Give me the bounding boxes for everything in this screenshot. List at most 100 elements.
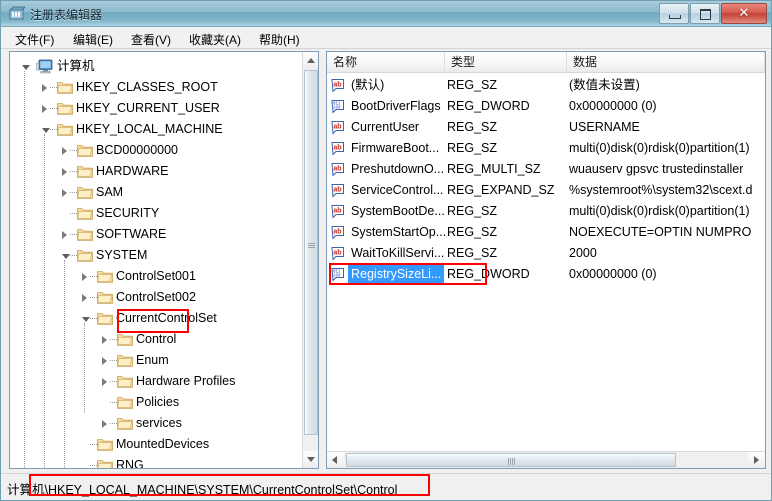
table-row[interactable]: abSystemStartOp...REG_SZ NOEXECUTE=OPTIN…: [327, 222, 765, 243]
collapse-arrow-icon[interactable]: [42, 128, 50, 133]
content-area: 计算机HKEY_CLASSES_ROOTHKEY_CURRENT_USERHKE…: [1, 49, 771, 472]
menu-item-3[interactable]: 收藏夹(A): [183, 30, 247, 49]
column-header-2[interactable]: 数据: [567, 52, 765, 73]
svg-text:ab: ab: [333, 81, 341, 88]
tree-node-label: SECURITY: [96, 203, 159, 224]
menu-item-1[interactable]: 编辑(E): [67, 30, 119, 49]
scroll-up-button[interactable]: [303, 52, 319, 69]
tree-node-currentcontrolset[interactable]: CurrentControlSet: [10, 308, 303, 329]
expand-arrow-icon[interactable]: [42, 84, 47, 92]
string-value-icon: ab: [331, 162, 346, 177]
table-row[interactable]: abSystemBootDe...REG_SZmulti(0)disk(0)rd…: [327, 201, 765, 222]
folder-icon: [97, 458, 113, 468]
menu-item-2[interactable]: 查看(V): [125, 30, 177, 49]
tree-scrollbar-thumb[interactable]: [304, 70, 318, 435]
expand-arrow-icon[interactable]: [82, 294, 87, 302]
tree-node-services[interactable]: services: [10, 413, 303, 434]
tree-node-security[interactable]: SECURITY: [10, 203, 303, 224]
tree-node-rng[interactable]: RNG: [10, 455, 303, 468]
tree-node-mounteddevices[interactable]: MountedDevices: [10, 434, 303, 455]
tree-node--[interactable]: 计算机: [10, 56, 303, 77]
tree-connector: [90, 465, 97, 466]
tree-node-hardware[interactable]: HARDWARE: [10, 161, 303, 182]
tree-node-hkey-classes-root[interactable]: HKEY_CLASSES_ROOT: [10, 77, 303, 98]
table-row[interactable]: ab(默认)REG_SZ(数值未设置): [327, 75, 765, 96]
menu-item-4[interactable]: 帮助(H): [253, 30, 306, 49]
table-row[interactable]: abPreshutdownO...REG_MULTI_SZwuauserv gp…: [327, 159, 765, 180]
expand-arrow-icon[interactable]: [102, 420, 107, 428]
table-row[interactable]: abFirmwareBoot...REG_SZmulti(0)disk(0)rd…: [327, 138, 765, 159]
tree-node-controlset001[interactable]: ControlSet001: [10, 266, 303, 287]
tree-vertical-scrollbar[interactable]: [302, 52, 318, 468]
tree-node-label: Enum: [136, 350, 169, 371]
window-controls: ✕: [659, 3, 767, 24]
folder-icon: [97, 311, 113, 325]
tree-node-bcd00000000[interactable]: BCD00000000: [10, 140, 303, 161]
list-column-headers[interactable]: 名称类型数据: [327, 52, 765, 73]
expand-arrow-icon[interactable]: [62, 147, 67, 155]
tree-node-label: HKEY_LOCAL_MACHINE: [76, 119, 223, 140]
table-row[interactable]: abServiceControl...REG_EXPAND_SZ%systemr…: [327, 180, 765, 201]
folder-icon: [77, 227, 93, 241]
registry-tree-pane[interactable]: 计算机HKEY_CLASSES_ROOTHKEY_CURRENT_USERHKE…: [9, 51, 319, 469]
tree-connector: [50, 108, 57, 109]
tree-node-system[interactable]: SYSTEM: [10, 245, 303, 266]
list-scrollbar-thumb[interactable]: [346, 453, 676, 467]
expand-arrow-icon[interactable]: [62, 189, 67, 197]
folder-icon: [57, 122, 73, 136]
registry-values-list[interactable]: ab(默认)REG_SZ(数值未设置)011100BootDriverFlags…: [327, 73, 765, 453]
table-row[interactable]: abWaitToKillServi...REG_SZ2000: [327, 243, 765, 264]
tree-node-hkey-current-user[interactable]: HKEY_CURRENT_USER: [10, 98, 303, 119]
tree-node-label: services: [136, 413, 182, 434]
title-bar[interactable]: 注册表编辑器 ✕: [1, 1, 771, 27]
table-row[interactable]: 011100RegistrySizeLi...REG_DWORD0x000000…: [327, 264, 765, 285]
scroll-right-button[interactable]: [748, 452, 765, 468]
folder-icon: [77, 185, 93, 199]
menu-item-0[interactable]: 文件(F): [9, 30, 60, 49]
expand-arrow-icon[interactable]: [82, 273, 87, 281]
close-button[interactable]: ✕: [721, 3, 767, 24]
expand-arrow-icon[interactable]: [102, 378, 107, 386]
table-row[interactable]: 011100BootDriverFlagsREG_DWORD0x00000000…: [327, 96, 765, 117]
collapse-arrow-icon[interactable]: [62, 254, 70, 259]
tree-node-policies[interactable]: Policies: [10, 392, 303, 413]
minimize-button[interactable]: [659, 3, 689, 24]
tree-node-label: Control: [136, 329, 176, 350]
tree-node-hardware-profiles[interactable]: Hardware Profiles: [10, 371, 303, 392]
tree-connector: [90, 444, 97, 445]
expand-arrow-icon[interactable]: [62, 168, 67, 176]
folder-icon: [57, 80, 73, 94]
list-horizontal-scrollbar[interactable]: [327, 451, 765, 468]
expand-arrow-icon[interactable]: [102, 336, 107, 344]
scroll-down-button[interactable]: [303, 451, 319, 468]
tree-node-software[interactable]: SOFTWARE: [10, 224, 303, 245]
tree-node-hkey-local-machine[interactable]: HKEY_LOCAL_MACHINE: [10, 119, 303, 140]
column-header-1[interactable]: 类型: [445, 52, 567, 73]
collapse-arrow-icon[interactable]: [82, 317, 90, 322]
tree-node-controlset002[interactable]: ControlSet002: [10, 287, 303, 308]
expand-arrow-icon[interactable]: [62, 231, 67, 239]
folder-icon: [117, 395, 133, 409]
registry-values-pane[interactable]: 名称类型数据 ab(默认)REG_SZ(数值未设置)011100BootDriv…: [326, 51, 766, 469]
tree-node-sam[interactable]: SAM: [10, 182, 303, 203]
column-header-0[interactable]: 名称: [327, 52, 445, 73]
cell-type: REG_MULTI_SZ: [447, 159, 541, 180]
scroll-left-button[interactable]: [327, 452, 344, 468]
expand-arrow-icon[interactable]: [42, 105, 47, 113]
folder-icon: [117, 353, 133, 367]
cell-data: 0x00000000 (0): [569, 96, 657, 117]
tree-node-label: Policies: [136, 392, 179, 413]
collapse-arrow-icon[interactable]: [22, 65, 30, 70]
tree-node-enum[interactable]: Enum: [10, 350, 303, 371]
grip-icon: [508, 458, 516, 465]
tree-node-label: 计算机: [57, 56, 95, 77]
cell-name: CurrentUser: [351, 117, 419, 138]
cell-name: SystemBootDe...: [351, 201, 445, 222]
tree-node-control[interactable]: Control: [10, 329, 303, 350]
registry-tree[interactable]: 计算机HKEY_CLASSES_ROOTHKEY_CURRENT_USERHKE…: [10, 52, 303, 468]
maximize-button[interactable]: [690, 3, 720, 24]
cell-data: 2000: [569, 243, 597, 264]
expand-arrow-icon[interactable]: [102, 357, 107, 365]
svg-text:ab: ab: [333, 144, 341, 151]
table-row[interactable]: abCurrentUserREG_SZUSERNAME: [327, 117, 765, 138]
